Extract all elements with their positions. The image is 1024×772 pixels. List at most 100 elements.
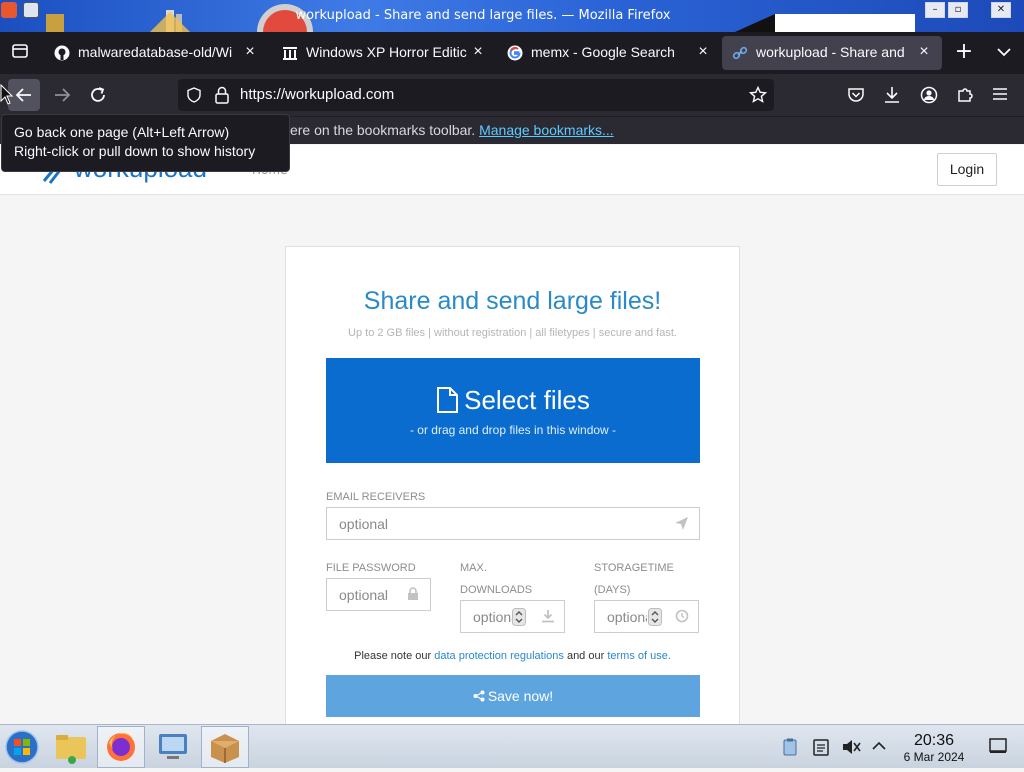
url-text: https://workupload.com [240, 86, 395, 103]
clock-icon [675, 609, 689, 623]
bookmark-star-icon[interactable] [749, 86, 767, 104]
back-button-tooltip: Go back one page (Alt+Left Arrow) Right-… [1, 114, 290, 172]
number-spinner-icon[interactable] [648, 608, 662, 626]
file-manager-taskbar-button[interactable] [47, 726, 95, 768]
upload-card: Share and send large files! Up to 2 GB f… [285, 246, 740, 724]
computer-icon [159, 734, 187, 759]
shield-icon[interactable] [186, 87, 202, 103]
lock-icon[interactable] [214, 86, 230, 104]
number-spinner-icon[interactable] [512, 608, 526, 626]
tab-windows-xp-horror[interactable]: Windows XP Horror Editic × [272, 36, 496, 70]
login-button[interactable]: Login [937, 153, 997, 186]
storagetime-input[interactable]: optional [594, 600, 699, 633]
show-desktop-icon[interactable] [989, 738, 1007, 754]
storage-placeholder: optional [607, 609, 647, 625]
tab-strip: malwaredatabase-old/Wi × Windows XP Horr… [0, 32, 1024, 74]
lock-icon [408, 587, 418, 600]
url-bar[interactable]: https://workupload.com [178, 79, 774, 111]
firefox-view-icon[interactable] [8, 42, 32, 64]
mouse-cursor-icon [0, 84, 14, 105]
close-tab-icon[interactable]: × [240, 42, 260, 62]
minimize-button[interactable]: – [925, 2, 945, 18]
taskbar-clock[interactable]: 20:36 6 Mar 2024 [896, 732, 972, 764]
link-icon [732, 46, 748, 60]
volume-muted-icon[interactable] [841, 738, 861, 756]
clipboard-manager-icon[interactable] [782, 738, 798, 756]
close-tab-icon[interactable]: × [914, 42, 934, 62]
tooltip-line-2: Right-click or pull down to show history [14, 143, 256, 159]
download-icon [542, 610, 554, 623]
arrow-left-icon [15, 88, 31, 102]
web-page: workupload Home Login Share and send lar… [0, 145, 1024, 724]
forward-button[interactable] [48, 79, 76, 111]
manage-bookmarks-link[interactable]: Manage bookmarks... [479, 122, 614, 138]
firefox-taskbar-button[interactable] [97, 726, 145, 768]
archive-icon [283, 47, 297, 60]
chevron-up-icon[interactable] [872, 740, 886, 752]
email-receivers-input[interactable]: optional [326, 507, 700, 540]
windows-start-icon [5, 730, 39, 764]
extensions-icon[interactable] [955, 86, 975, 106]
tab-workupload[interactable]: workupload - Share and s × [722, 36, 942, 70]
max-downloads-label-1: MAX. [460, 562, 487, 574]
clock-date: 6 Mar 2024 [903, 750, 965, 764]
window-title: workupload - Share and send large files.… [295, 8, 671, 23]
tooltip-line-1: Go back one page (Alt+Left Arrow) [14, 124, 230, 140]
account-icon[interactable] [919, 86, 939, 106]
reload-button[interactable] [84, 79, 112, 111]
reload-icon [91, 87, 105, 102]
start-button[interactable] [0, 726, 44, 768]
maximize-button[interactable]: ▫ [948, 2, 968, 18]
max-downloads-input[interactable]: optional [460, 600, 565, 633]
select-files-label: Select files [464, 385, 590, 415]
legal-note: Please note our data protection regulati… [286, 650, 739, 662]
select-files-button[interactable]: Select files [326, 385, 700, 416]
close-tab-icon[interactable]: × [468, 42, 488, 62]
hamburger-menu-icon[interactable] [990, 86, 1010, 106]
pocket-icon[interactable] [846, 86, 866, 106]
note-prefix: Please note our [354, 650, 435, 662]
github-icon [54, 45, 70, 61]
card-title: Share and send large files! [363, 287, 662, 315]
control-panel-taskbar-button[interactable] [149, 726, 197, 768]
taskbar: 20:36 6 Mar 2024 [0, 724, 1024, 768]
notes-icon[interactable] [813, 738, 829, 756]
data-protection-link[interactable]: data protection regulations [434, 650, 564, 662]
package-icon [211, 734, 239, 763]
downloads-placeholder: optional [473, 609, 513, 625]
clock-time: 20:36 [913, 732, 955, 749]
select-files-dropzone[interactable]: Select files - or drag and drop files in… [326, 358, 700, 463]
send-icon [675, 517, 688, 530]
firefox-icon [107, 732, 135, 761]
tab-label: Windows XP Horror Editic [306, 44, 467, 60]
window-titlebar: workupload - Share and send large files.… [0, 0, 1024, 32]
downloads-icon[interactable] [882, 86, 902, 106]
navigation-toolbar: https://workupload.com [0, 74, 1024, 116]
tab-label: malwaredatabase-old/Wi [78, 44, 233, 60]
storagetime-label-1: STORAGETIME [594, 562, 674, 574]
password-placeholder: optional [339, 587, 389, 603]
folder-icon [56, 735, 86, 764]
new-tab-icon[interactable]: + [952, 40, 976, 64]
tab-label: memx - Google Search [531, 44, 675, 60]
close-tab-icon[interactable]: × [693, 42, 713, 62]
terms-of-use-link[interactable]: terms of use. [607, 650, 671, 662]
list-tabs-icon[interactable] [992, 42, 1016, 62]
tab-memx-google[interactable]: memx - Google Search × [497, 36, 721, 70]
file-icon [437, 387, 459, 413]
max-downloads-label-2: DOWNLOADS [460, 584, 533, 596]
google-icon [507, 45, 523, 61]
save-now-button[interactable]: Save now! [326, 675, 700, 717]
note-middle: and our [563, 650, 608, 662]
share-icon [473, 690, 485, 702]
save-now-label: Save now! [487, 688, 554, 704]
close-window-button[interactable]: ✕ [991, 2, 1011, 18]
tab-label: workupload - Share and s [756, 44, 906, 60]
drag-drop-hint: - or drag and drop files in this window … [409, 423, 617, 437]
file-password-input[interactable]: optional [326, 578, 431, 611]
tab-malwaredatabase[interactable]: malwaredatabase-old/Wi × [44, 36, 268, 70]
archive-taskbar-button[interactable] [201, 726, 249, 768]
bookmarks-message-text: rks here on the bookmarks toolbar. [259, 122, 480, 138]
storagetime-label-2: (DAYS) [594, 584, 631, 596]
file-password-label: FILE PASSWORD [326, 562, 416, 574]
